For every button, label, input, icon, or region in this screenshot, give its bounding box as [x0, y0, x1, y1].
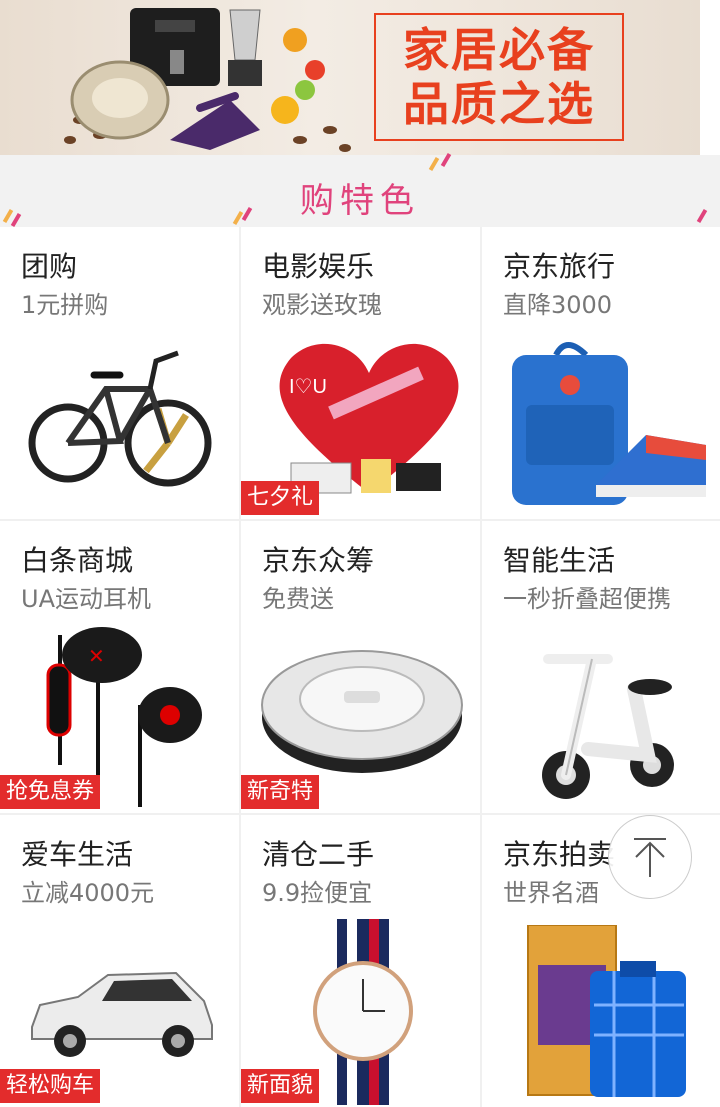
item-name: 京东众筹	[262, 544, 375, 577]
backpack-icon	[512, 342, 706, 505]
robot-vacuum-icon	[261, 650, 463, 773]
item-subtitle: 世界名酒	[503, 879, 599, 907]
item-name: 爱车生活	[21, 838, 134, 871]
item-subtitle: 直降3000	[503, 291, 613, 319]
grid-item-travel[interactable]: 京东旅行 直降3000	[482, 227, 720, 519]
decor-stripe	[428, 156, 440, 172]
bicycle-icon	[28, 350, 212, 487]
scooter-icon	[542, 654, 674, 799]
item-name: 电影娱乐	[262, 250, 375, 283]
decor-stripe	[440, 152, 452, 168]
item-subtitle: 观影送玫瑰	[262, 291, 382, 319]
item-name: 清仓二手	[262, 838, 375, 871]
grid-item-crowdfunding[interactable]: 京东众筹 免费送 新奇特	[241, 521, 480, 813]
section-header: 购特色	[0, 152, 720, 228]
item-name: 团购	[21, 250, 78, 283]
banner-edge	[700, 0, 720, 155]
feature-grid: 团购 1元拼购 电影娱乐 观影送玫瑰 I♡U 七夕礼 京东旅行 直降3000 白…	[0, 227, 720, 1107]
grid-item-car-life[interactable]: 爱车生活 立减4000元 轻松购车	[0, 815, 239, 1107]
item-subtitle: 1元拼购	[21, 291, 109, 319]
grid-item-movie[interactable]: 电影娱乐 观影送玫瑰 I♡U 七夕礼	[241, 227, 480, 519]
item-name: 智能生活	[503, 544, 616, 577]
item-subtitle: 9.9捡便宜	[262, 879, 373, 907]
grid-item-clearance[interactable]: 清仓二手 9.9捡便宜 新面貌	[241, 815, 480, 1107]
item-tag: 抢免息券	[0, 775, 101, 809]
item-tag: 七夕礼	[241, 481, 320, 515]
item-tag: 新奇特	[241, 775, 320, 809]
grid-item-smart-life[interactable]: 智能生活 一秒折叠超便携	[482, 521, 720, 813]
item-name: 京东拍卖	[503, 838, 616, 871]
arrow-up-icon	[634, 838, 666, 877]
back-to-top-button[interactable]	[608, 815, 692, 899]
liquor-box-icon	[527, 925, 686, 1097]
item-name: 白条商城	[21, 544, 134, 577]
item-tag: 轻松购车	[0, 1069, 101, 1103]
svg-text:I♡U: I♡U	[289, 376, 327, 398]
item-tag: 新面貌	[241, 1069, 320, 1103]
grid-item-group-buy[interactable]: 团购 1元拼购	[0, 227, 239, 519]
banner-line-2: 品质之选	[403, 77, 595, 131]
section-title: 购特色	[300, 181, 420, 221]
watch-icon	[313, 919, 413, 1105]
top-banner[interactable]: 家居必备 品质之选	[0, 0, 700, 155]
banner-slogan-box: 家居必备 品质之选	[374, 13, 624, 141]
item-subtitle: 一秒折叠超便携	[503, 585, 671, 613]
grid-item-baitiao-mall[interactable]: 白条商城 UA运动耳机 ✕ 抢免息券	[0, 521, 239, 813]
item-subtitle: UA运动耳机	[21, 585, 151, 613]
svg-text:✕: ✕	[88, 646, 105, 668]
banner-line-1: 家居必备	[403, 23, 595, 77]
item-subtitle: 立减4000元	[21, 879, 155, 907]
item-subtitle: 免费送	[262, 585, 334, 613]
item-name: 京东旅行	[503, 250, 616, 283]
suv-icon	[31, 971, 213, 1057]
home-appliances-icon	[64, 8, 351, 152]
